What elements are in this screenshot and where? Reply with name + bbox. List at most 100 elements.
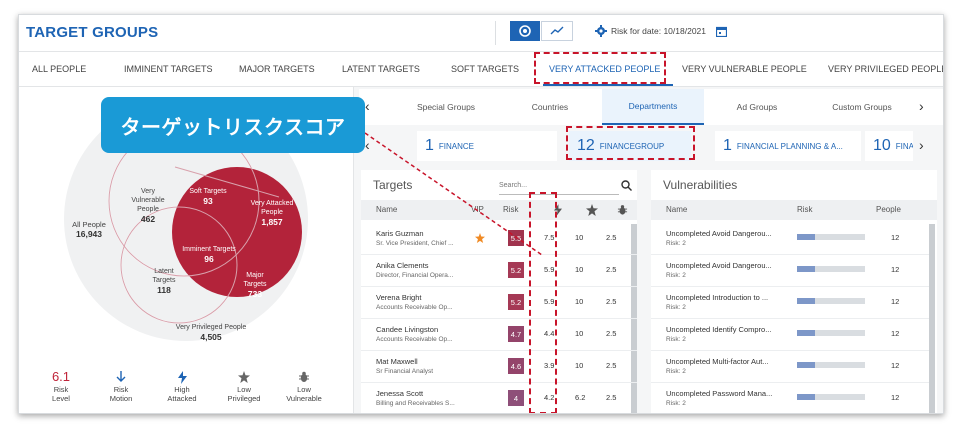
table-row[interactable]: Uncompleted Multi-factor Aut... Risk: 2 … <box>651 350 929 383</box>
venn-soft-targets-label: Soft Targets <box>189 188 227 195</box>
risk-bar <box>797 298 865 304</box>
vulnerable-score: 2.5 <box>606 361 617 370</box>
venn-very-attacked-label-2: People <box>261 209 283 216</box>
vulnerable-score: 2.5 <box>606 329 617 338</box>
risk-bar <box>797 394 865 400</box>
venn-all-people-label: All People <box>72 220 106 229</box>
target-title: Billing and Receivables S... <box>376 400 455 407</box>
targets-panel: Targets Search... Name VIP Risk Karis Gu… <box>361 170 637 413</box>
risk-motion-label: Risk Motion <box>109 385 133 403</box>
group-card-count: 10 <box>873 137 891 154</box>
tab-all-people[interactable]: ALL PEOPLE <box>32 64 86 74</box>
tab-imminent-targets[interactable]: IMMINENT TARGETS <box>124 64 213 74</box>
vulnerability-name: Uncompleted Introduction to ... <box>666 293 769 302</box>
venn-major-targets-value: 733 <box>248 289 262 299</box>
tab-very-privileged-people[interactable]: VERY PRIVILEGED PEOPLE <box>828 64 943 74</box>
target-name: Verena Bright <box>376 293 422 302</box>
privileged-score: 10 <box>575 265 584 274</box>
vulnerability-risk: Risk: 2 <box>666 304 686 311</box>
table-row[interactable]: Uncompleted Avoid Dangerou... Risk: 2 12 <box>651 254 929 287</box>
venn-very-vulnerable-label-2: Vulnerable <box>131 197 164 204</box>
risk-score-badge: 5.2 <box>508 262 524 278</box>
active-tab-indicator <box>543 84 673 86</box>
trend-view-button[interactable] <box>541 21 573 41</box>
risk-level-label: Risk Level <box>52 385 70 403</box>
vulnerabilities-panel: Vulnerabilities Name Risk People Uncompl… <box>651 170 937 413</box>
group-card[interactable]: 1 FINANCIAL PLANNING & A... <box>715 131 861 161</box>
privileged-score: 10 <box>575 233 584 242</box>
venn-all-people-value: 16,943 <box>76 229 102 239</box>
people-count: 12 <box>891 297 900 306</box>
targets-header-row: Name VIP Risk <box>361 200 637 220</box>
vulnerability-name: Uncompleted Avoid Dangerou... <box>666 261 772 270</box>
bug-icon[interactable] <box>617 204 628 216</box>
col-risk[interactable]: Risk <box>503 205 519 214</box>
targets-search-input[interactable]: Search... <box>499 182 527 189</box>
vulnerable-score: 2.5 <box>606 393 617 402</box>
risk-score-badge: 4.6 <box>508 358 524 374</box>
metric-risk-level[interactable]: 6.1 Risk Level <box>36 369 86 403</box>
highlight-tab-annotation <box>534 52 666 84</box>
vulnerability-risk: Risk: 2 <box>666 368 686 375</box>
col-name[interactable]: Name <box>666 205 687 214</box>
table-row[interactable]: Uncompleted Introduction to ... Risk: 2 … <box>651 286 929 319</box>
star-icon[interactable] <box>586 204 598 216</box>
tab-countries[interactable]: Countries <box>501 89 599 125</box>
venn-very-privileged-value: 4,505 <box>200 332 222 342</box>
col-name[interactable]: Name <box>376 205 397 214</box>
tab-major-targets[interactable]: MAJOR TARGETS <box>239 64 315 74</box>
target-risk-score-callout: ターゲットリスクスコア <box>101 97 365 153</box>
table-row[interactable]: Mat Maxwell Sr Financial Analyst 4.6 3.9… <box>361 350 637 383</box>
venn-view-button[interactable] <box>510 21 540 41</box>
highlight-group-annotation <box>566 126 695 160</box>
group-card[interactable]: 1 FINANCE <box>417 131 557 161</box>
tab-very-vulnerable-people[interactable]: VERY VULNERABLE PEOPLE <box>682 64 807 74</box>
chevron-left-icon[interactable]: ‹ <box>365 137 370 153</box>
vulnerability-risk: Risk: 2 <box>666 400 686 407</box>
vulnerability-name: Uncompleted Multi-factor Aut... <box>666 357 769 366</box>
venn-very-vulnerable-label-3: People <box>137 206 159 213</box>
col-risk[interactable]: Risk <box>797 205 813 214</box>
venn-very-privileged-label: Very Privileged People <box>176 324 247 331</box>
risk-score-badge: 4 <box>508 390 524 406</box>
venn-imminent-targets-label: Imminent Targets <box>182 246 236 253</box>
venn-very-attacked[interactable] <box>172 167 302 297</box>
tab-special-groups[interactable]: Special Groups <box>393 89 499 125</box>
table-row[interactable]: Uncompleted Password Mana... Risk: 2 12 <box>651 382 929 413</box>
tab-soft-targets[interactable]: SOFT TARGETS <box>451 64 519 74</box>
vulnerabilities-scrollbar[interactable] <box>929 224 935 413</box>
table-row[interactable]: Candee Livingston Accounts Receivable Op… <box>361 318 637 351</box>
calendar-icon[interactable] <box>716 26 727 37</box>
target-title: Director, Financial Opera... <box>376 272 454 279</box>
table-row[interactable]: Karis Guzman Sr. Vice President, Chief .… <box>361 222 637 255</box>
chevron-right-icon[interactable]: › <box>919 98 924 114</box>
metric-low-vulnerable[interactable]: Low Vulnerable <box>279 369 329 403</box>
search-icon[interactable] <box>621 180 632 191</box>
metric-low-privileged[interactable]: Low Privileged <box>219 369 269 403</box>
tab-ad-groups[interactable]: Ad Groups <box>707 89 807 125</box>
table-row[interactable]: Anika Clements Director, Financial Opera… <box>361 254 637 287</box>
metric-risk-motion[interactable]: Risk Motion <box>96 369 146 403</box>
group-card[interactable]: 10 FINA <box>865 131 913 161</box>
table-row[interactable]: Uncompleted Avoid Dangerou... Risk: 2 12 <box>651 222 929 255</box>
gear-icon[interactable] <box>595 25 607 37</box>
col-people[interactable]: People <box>876 205 901 214</box>
target-name: Karis Guzman <box>376 229 424 238</box>
table-row[interactable]: Uncompleted Identify Compro... Risk: 2 1… <box>651 318 929 351</box>
venn-latent-targets-value: 118 <box>157 285 171 295</box>
tab-latent-targets[interactable]: LATENT TARGETS <box>342 64 420 74</box>
table-row[interactable]: Verena Bright Accounts Receivable Op... … <box>361 286 637 319</box>
col-vip[interactable]: VIP <box>471 205 484 214</box>
metric-high-attacked[interactable]: High Attacked <box>157 369 207 403</box>
arrow-down-icon <box>116 371 126 382</box>
table-row[interactable]: Jenessa Scott Billing and Receivables S.… <box>361 382 637 413</box>
privileged-score: 10 <box>575 297 584 306</box>
search-underline <box>499 194 619 195</box>
tab-custom-groups[interactable]: Custom Groups <box>811 89 913 125</box>
star-icon <box>238 371 250 383</box>
top-bar: TARGET GROUPS Risk for date: 10/18/2021 <box>19 15 943 52</box>
tab-departments[interactable]: Departments <box>602 89 704 125</box>
chevron-right-icon[interactable]: › <box>919 137 924 153</box>
chevron-left-icon[interactable]: ‹ <box>365 98 370 114</box>
group-card-label: FINANCE <box>438 141 475 151</box>
